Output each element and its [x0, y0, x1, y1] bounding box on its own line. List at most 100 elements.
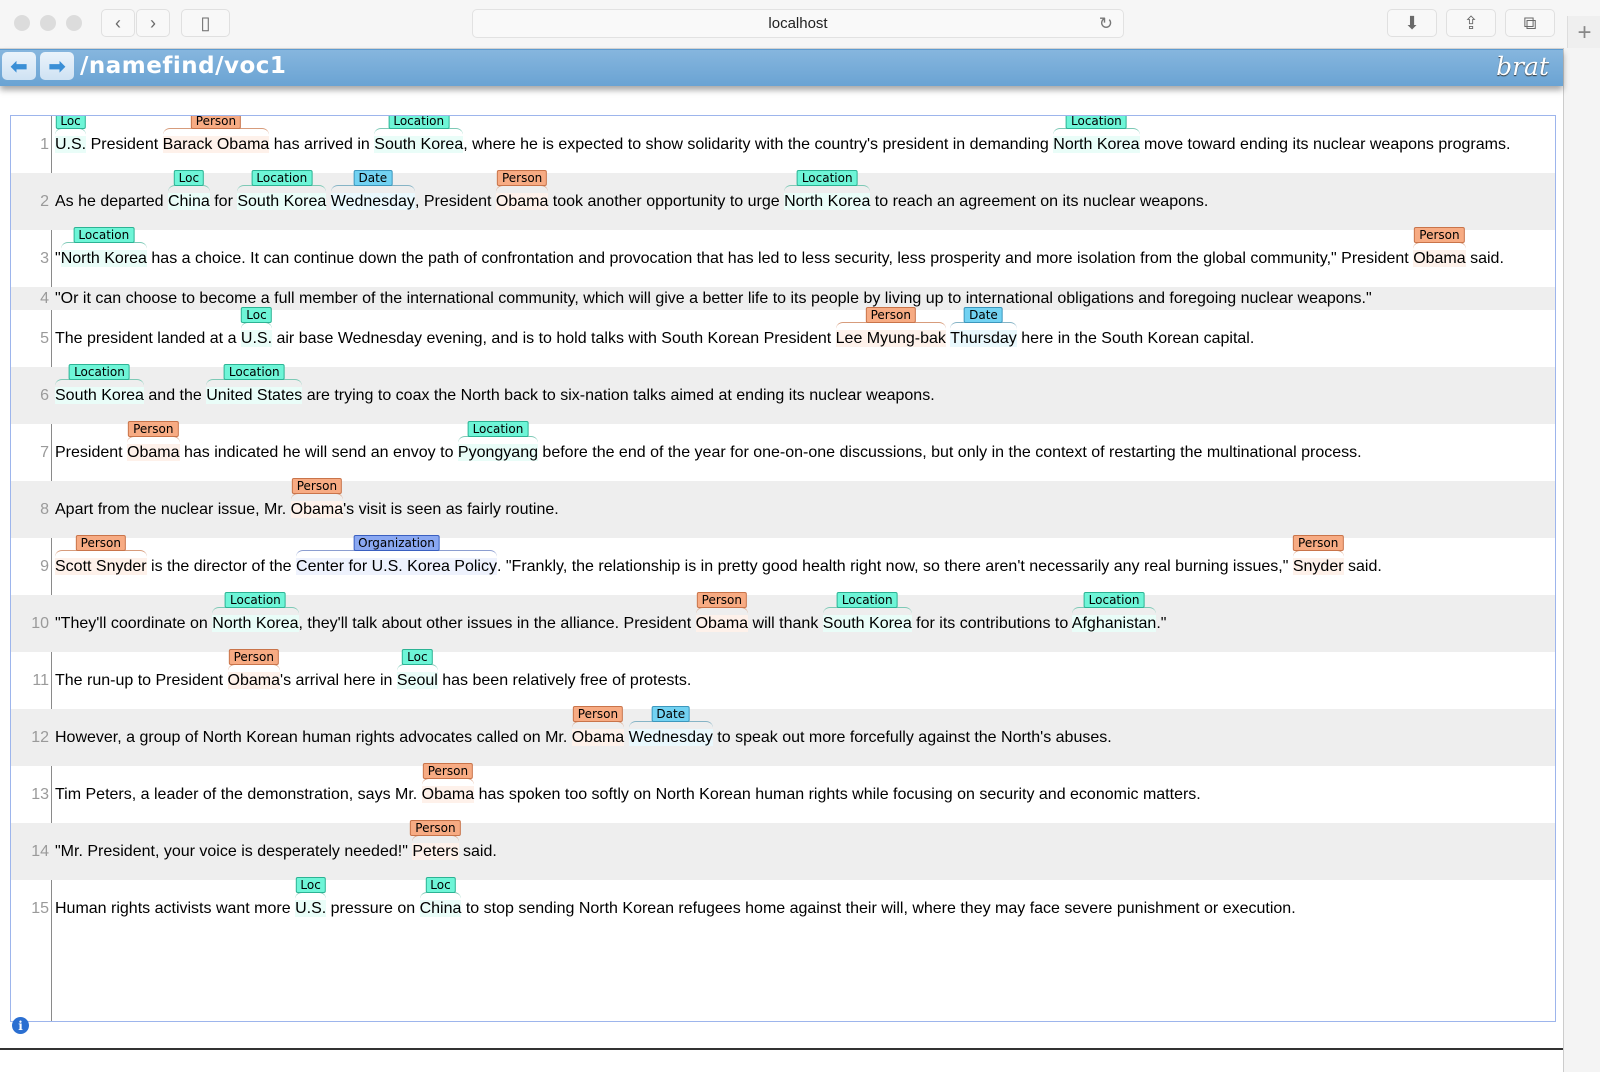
line-number: 8 — [40, 501, 49, 518]
entity-span[interactable]: Thursday Date — [950, 307, 1017, 347]
entity-label-location[interactable]: Location — [1083, 592, 1145, 608]
entity-label-person[interactable]: Person — [128, 421, 179, 437]
entity-span[interactable]: Afghanistan Location — [1071, 592, 1157, 632]
entity-label-loc[interactable]: Loc — [241, 307, 272, 323]
entity-label-location[interactable]: Location — [225, 592, 286, 608]
next-document-button[interactable]: ➡ — [40, 52, 74, 80]
entity-label-person[interactable]: Person — [291, 478, 343, 494]
entity-label-person[interactable]: Person — [1414, 227, 1465, 243]
entity-span[interactable]: U.S. Loc — [240, 307, 273, 347]
new-tab-button[interactable]: + — [1567, 16, 1600, 50]
plain-text: to speak out more forcefully against the… — [712, 729, 1112, 746]
entity-label-organization[interactable]: Organization — [353, 535, 440, 551]
plain-text: has spoken too softly on North Korean hu… — [474, 786, 1201, 803]
entity-text: U.S. — [240, 330, 273, 347]
entity-span[interactable]: U.S. Loc — [55, 116, 87, 153]
entity-span[interactable]: China Loc — [167, 170, 210, 210]
entity-label-person[interactable]: Person — [190, 116, 242, 129]
entity-span[interactable]: South Korea Location — [237, 170, 327, 210]
entity-span[interactable]: Obama Person — [421, 763, 475, 803]
entity-label-loc[interactable]: Loc — [55, 116, 86, 129]
browser-back-button[interactable]: ‹ — [101, 9, 135, 37]
entity-span[interactable]: North Korea Location — [784, 170, 871, 210]
entity-label-person[interactable]: Person — [410, 820, 461, 836]
share-icon: ⇪ — [1463, 12, 1479, 33]
address-bar[interactable]: localhost ↻ — [472, 9, 1124, 38]
entity-label-person[interactable]: Person — [696, 592, 747, 608]
entity-label-person[interactable]: Person — [572, 706, 624, 722]
entity-label-person[interactable]: Person — [75, 535, 126, 551]
entity-label-location[interactable]: Location — [69, 364, 130, 380]
close-window-button[interactable] — [14, 15, 30, 31]
entity-span[interactable]: Obama Person — [1413, 227, 1466, 267]
entity-label-location[interactable]: Location — [73, 227, 135, 243]
zoom-window-button[interactable] — [66, 15, 82, 31]
span-brace — [290, 493, 344, 500]
entity-label-location[interactable]: Location — [223, 364, 285, 380]
entity-span[interactable]: United States Location — [206, 364, 303, 404]
entity-span[interactable]: Obama Person — [290, 478, 344, 518]
span-brace — [237, 185, 327, 192]
entity-label-date[interactable]: Date — [353, 170, 393, 186]
entity-label-person[interactable]: Person — [865, 307, 916, 323]
entity-span[interactable]: Seoul Loc — [396, 649, 438, 689]
reload-icon[interactable]: ↻ — [1099, 14, 1113, 34]
entity-span[interactable]: China Loc — [419, 877, 462, 917]
entity-label-loc[interactable]: Loc — [402, 649, 433, 665]
entity-span[interactable]: South Korea Location — [374, 116, 464, 153]
entity-span[interactable]: Peters Person — [410, 820, 461, 860]
entity-span[interactable]: Obama Person — [227, 649, 281, 689]
entity-label-date[interactable]: Date — [651, 706, 691, 722]
plain-text: As he departed — [55, 193, 168, 210]
plain-text: to stop sending North Korean refugees ho… — [461, 900, 1296, 917]
entity-label-location[interactable]: Location — [1066, 116, 1127, 129]
plain-text: "Or it can choose to become a full membe… — [55, 290, 1372, 307]
download-button[interactable]: ⬇ — [1387, 9, 1437, 37]
entity-span[interactable]: Obama Person — [695, 592, 749, 632]
entity-span[interactable]: Scott Snyder Person — [55, 535, 147, 575]
entity-span[interactable]: South Korea Location — [55, 364, 144, 404]
entity-span[interactable]: North Korea Location — [212, 592, 299, 632]
entity-label-person[interactable]: Person — [422, 763, 474, 779]
browser-forward-button[interactable]: › — [136, 9, 170, 37]
entity-span[interactable]: North Korea Location — [60, 227, 147, 267]
plain-text: said. — [458, 843, 497, 860]
entity-span[interactable]: Barack Obama Person — [162, 116, 270, 153]
entity-label-loc[interactable]: Loc — [295, 877, 326, 893]
entity-text: South Korea — [374, 136, 464, 153]
entity-label-location[interactable]: Location — [388, 116, 450, 129]
entity-label-person[interactable]: Person — [1293, 535, 1344, 551]
share-button[interactable]: ⇪ — [1446, 9, 1496, 37]
sidebar-toggle-button[interactable]: ▯ — [181, 9, 230, 37]
entity-label-location[interactable]: Location — [836, 592, 898, 608]
entity-span[interactable]: Obama Person — [495, 170, 549, 210]
sentence-text: "Mr. President, your voice is desperatel… — [51, 820, 1555, 880]
entity-span[interactable]: Obama Person — [571, 706, 625, 746]
document-path[interactable]: /namefind/voc1 — [80, 53, 286, 79]
entity-span[interactable]: Obama Person — [127, 421, 180, 461]
line-number: 6 — [40, 387, 49, 404]
entity-span[interactable]: Lee Myung-bak Person — [835, 307, 946, 347]
entity-span[interactable]: Center for U.S. Korea Policy Organization — [296, 535, 497, 575]
entity-span[interactable]: Pyongyang Location — [457, 421, 538, 461]
info-icon[interactable]: i — [12, 1017, 29, 1034]
span-brace — [419, 892, 462, 899]
tabs-overview-button[interactable]: ⧉ — [1505, 9, 1555, 37]
prev-document-button[interactable]: ⬅ — [2, 52, 36, 80]
minimize-window-button[interactable] — [40, 15, 56, 31]
entity-label-person[interactable]: Person — [496, 170, 548, 186]
entity-label-date[interactable]: Date — [964, 307, 1003, 323]
entity-span[interactable]: Wednesday Date — [628, 706, 713, 746]
entity-span[interactable]: North Korea Location — [1053, 116, 1140, 153]
annotated-document: 1 U.S. Loc President Barack Obama Person ha… — [10, 115, 1556, 1022]
entity-label-location[interactable]: Location — [467, 421, 529, 437]
entity-label-loc[interactable]: Loc — [173, 170, 205, 186]
entity-span[interactable]: South Korea Location — [822, 592, 912, 632]
entity-span[interactable]: Snyder Person — [1292, 535, 1344, 575]
entity-label-location[interactable]: Location — [796, 170, 858, 186]
entity-label-location[interactable]: Location — [251, 170, 313, 186]
entity-label-person[interactable]: Person — [228, 649, 279, 665]
entity-span[interactable]: Wednesday Date — [330, 170, 415, 210]
entity-label-loc[interactable]: Loc — [425, 877, 456, 893]
entity-span[interactable]: U.S. Loc — [295, 877, 327, 917]
